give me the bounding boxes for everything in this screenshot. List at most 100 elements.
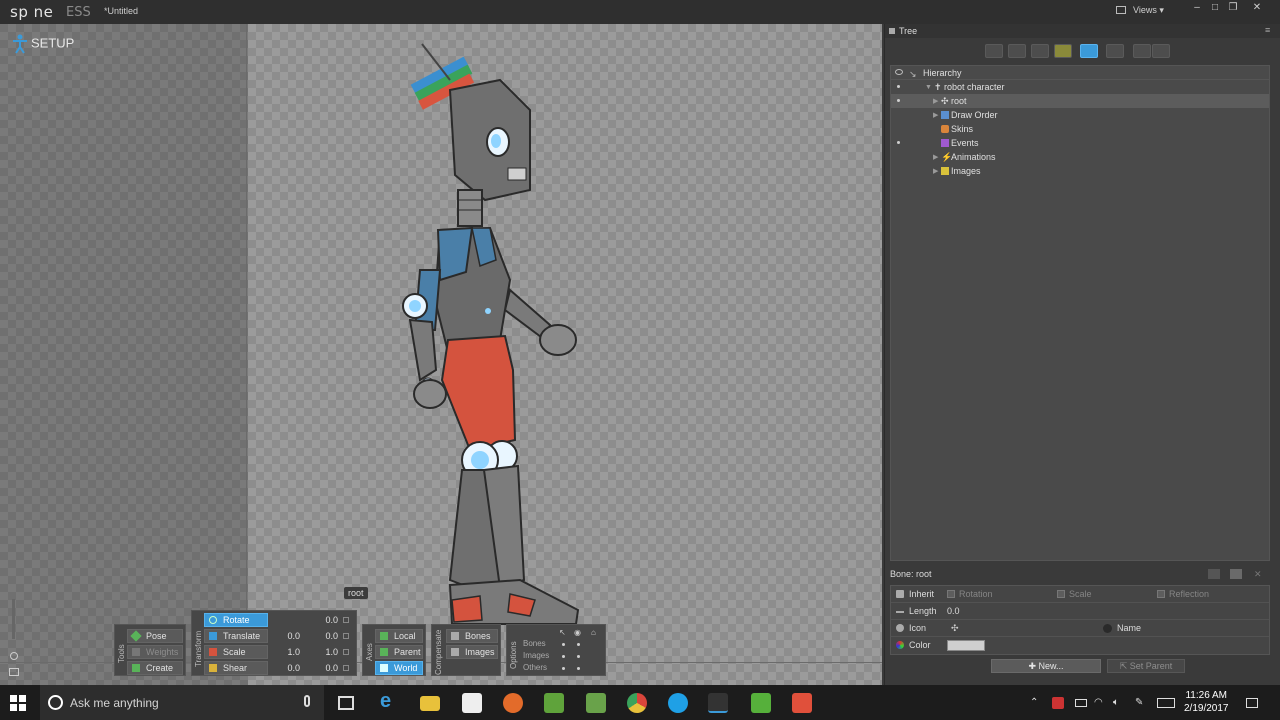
compensate-bones-button[interactable]: Bones <box>446 629 498 643</box>
new-button[interactable]: ✚ New... <box>991 659 1101 673</box>
capture-app-icon[interactable] <box>792 693 812 713</box>
bone-icon-picker[interactable]: ✣ <box>951 620 959 636</box>
others-select-toggle[interactable] <box>562 667 565 670</box>
translate-tool-button[interactable]: Translate <box>204 629 268 643</box>
shear-y-value[interactable]: 0.0 <box>302 661 338 675</box>
minimize-icon[interactable]: – <box>1190 2 1204 14</box>
edge-browser-icon[interactable]: e <box>380 690 400 712</box>
visibility-dot[interactable] <box>897 85 900 88</box>
volume-icon[interactable]: 🔈︎ <box>1113 697 1125 709</box>
robot-character[interactable] <box>380 40 600 630</box>
new-bone-icon[interactable] <box>985 44 1003 58</box>
expand-icon[interactable]: ▶ <box>933 165 938 179</box>
bones-visible-toggle[interactable] <box>577 643 580 646</box>
rotate-tool-button[interactable]: Rotate <box>204 613 268 627</box>
scale-y-value[interactable]: 1.0 <box>302 645 338 659</box>
world-axes-button[interactable]: World <box>375 661 423 675</box>
firefox-icon[interactable] <box>503 693 523 713</box>
name-visibility-toggle[interactable] <box>1103 624 1112 633</box>
translate-x-value[interactable]: 0.0 <box>270 629 300 643</box>
battery-icon[interactable] <box>1075 699 1087 707</box>
scale-tool-button[interactable]: Scale <box>204 645 268 659</box>
notifications-icon[interactable] <box>1246 698 1258 708</box>
pen-icon[interactable]: ✎ <box>1135 697 1147 709</box>
tree-item-draw-order[interactable]: ▶ Draw Order <box>891 108 1269 122</box>
panel-menu-icon[interactable]: ≡ <box>1265 25 1270 35</box>
image-app-icon[interactable] <box>544 693 564 713</box>
file-explorer-icon[interactable] <box>420 696 440 711</box>
tree-item-skins[interactable]: Skins <box>891 122 1269 136</box>
editor-viewport[interactable]: SETUP root Tools Pose Weights Create Tra… <box>0 24 882 685</box>
show-hidden-icons[interactable]: ⌃ <box>1030 697 1042 709</box>
maximize-icon[interactable]: □ <box>1208 2 1222 14</box>
tree-item-events[interactable]: Events <box>891 136 1269 150</box>
shear-tool-button[interactable]: Shear <box>204 661 268 675</box>
others-visible-toggle[interactable] <box>577 667 580 670</box>
expand-icon[interactable]: ▶ <box>933 151 938 165</box>
wifi-icon[interactable]: ◠ <box>1094 697 1106 709</box>
rotate-value[interactable]: 0.0 <box>302 613 338 627</box>
pose-tool-button[interactable]: Pose <box>127 629 183 643</box>
translate-lock-icon[interactable] <box>343 633 349 639</box>
tree-item-root[interactable]: ▶ ✣ root <box>891 94 1269 108</box>
expand-icon[interactable]: ▼ <box>925 81 932 95</box>
fit-view-icon[interactable] <box>9 668 19 676</box>
security-icon[interactable] <box>1052 697 1064 709</box>
camtasia-icon[interactable] <box>751 693 771 713</box>
windows-start-icon[interactable] <box>10 695 26 711</box>
shear-x-value[interactable]: 0.0 <box>270 661 300 675</box>
expand-icon[interactable]: ▶ <box>933 95 938 109</box>
zoom-icon[interactable] <box>10 652 18 660</box>
local-axes-button[interactable]: Local <box>375 629 423 643</box>
tree-item-robot-character[interactable]: ▼ ✝ robot character <box>891 80 1269 94</box>
keyboard-icon[interactable] <box>1157 698 1175 708</box>
visibility-dot[interactable] <box>897 99 900 102</box>
expand-icon[interactable]: ▶ <box>933 109 938 123</box>
tree-item-animations[interactable]: ▶ ⚡ Animations <box>891 150 1269 164</box>
compensate-images-button[interactable]: Images <box>446 645 498 659</box>
color-swatch[interactable] <box>947 640 985 651</box>
task-view-icon[interactable] <box>338 696 354 710</box>
images-select-toggle[interactable] <box>562 655 565 658</box>
system-clock[interactable]: 11:26 AM 2/19/2017 <box>1184 689 1229 715</box>
collapse-all-icon[interactable] <box>1133 44 1151 58</box>
spine-taskbar-icon[interactable] <box>708 693 728 713</box>
rotate-lock-icon[interactable] <box>343 617 349 623</box>
images-visible-toggle[interactable] <box>577 655 580 658</box>
zoom-slider[interactable] <box>12 599 15 639</box>
inherit-rotation-checkbox[interactable] <box>947 590 955 598</box>
skype-icon[interactable] <box>668 693 688 713</box>
shear-lock-icon[interactable] <box>343 665 349 671</box>
scale-x-value[interactable]: 1.0 <box>270 645 300 659</box>
filter-icon[interactable] <box>1054 44 1072 58</box>
set-parent-button[interactable]: ⇱ Set Parent <box>1107 659 1185 673</box>
microphone-icon[interactable] <box>304 695 310 707</box>
inherit-scale-checkbox[interactable] <box>1057 590 1065 598</box>
expand-all-icon[interactable] <box>1152 44 1170 58</box>
visibility-dot[interactable] <box>897 141 900 144</box>
create-tool-button[interactable]: Create <box>127 661 183 675</box>
props-close-icon[interactable]: ✕ <box>1254 567 1262 581</box>
chrome-icon[interactable] <box>627 693 647 713</box>
tree-item-images[interactable]: ▶ Images <box>891 164 1269 178</box>
weights-tool-button[interactable]: Weights <box>127 645 183 659</box>
search-icon[interactable] <box>1106 44 1124 58</box>
props-action-icon-1[interactable] <box>1208 569 1220 579</box>
inherit-reflection-checkbox[interactable] <box>1157 590 1165 598</box>
store-icon[interactable] <box>462 693 482 713</box>
new-slot-icon[interactable] <box>1008 44 1026 58</box>
close-icon[interactable]: ✕ <box>1250 2 1264 14</box>
views-button[interactable]: Views ▾ <box>1133 5 1164 16</box>
sync-selection-icon[interactable] <box>1080 44 1098 58</box>
length-value[interactable]: 0.0 <box>947 603 960 619</box>
setup-mode-indicator[interactable]: SETUP <box>12 34 74 54</box>
parent-axes-button[interactable]: Parent <box>375 645 423 659</box>
new-attachment-icon[interactable] <box>1031 44 1049 58</box>
translate-y-value[interactable]: 0.0 <box>302 629 338 643</box>
props-action-icon-2[interactable] <box>1230 569 1242 579</box>
restore-icon[interactable]: ❐ <box>1226 2 1240 14</box>
root-bone-tag[interactable]: root <box>344 587 368 599</box>
scale-lock-icon[interactable] <box>343 649 349 655</box>
notes-app-icon[interactable] <box>586 693 606 713</box>
layout-icon[interactable] <box>1116 6 1126 14</box>
